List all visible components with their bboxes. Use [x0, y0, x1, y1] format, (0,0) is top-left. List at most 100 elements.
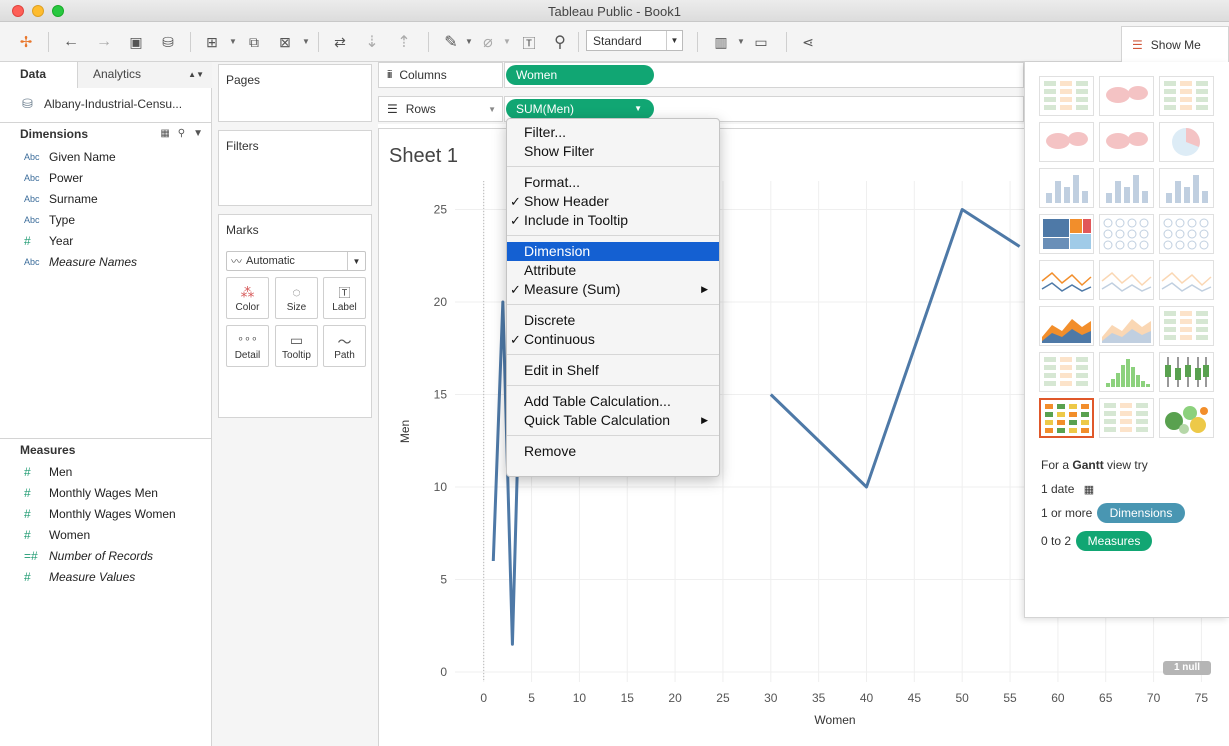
- columns-pill-women[interactable]: Women: [506, 65, 654, 85]
- chart-symbol-map-icon[interactable]: [1039, 122, 1094, 162]
- fit-select[interactable]: Standard ▼: [586, 30, 683, 51]
- chart-side-by-side-circles-icon[interactable]: [1159, 214, 1214, 254]
- measure-field[interactable]: # Measure Values: [24, 568, 135, 586]
- back-icon[interactable]: ←: [60, 31, 82, 53]
- menu-item-discrete[interactable]: Discrete: [507, 311, 719, 330]
- menu-item-label: Discrete: [524, 312, 576, 328]
- new-worksheet-icon[interactable]: ⊞: [201, 31, 223, 53]
- dimension-field-name: Given Name: [49, 150, 116, 164]
- sort-descending-icon[interactable]: ⇡: [393, 31, 415, 53]
- measure-field[interactable]: # Monthly Wages Men: [24, 484, 158, 502]
- chart-packed-bubbles-icon[interactable]: [1159, 398, 1214, 438]
- measure-field[interactable]: =# Number of Records: [24, 547, 153, 565]
- chart-dual-combination-icon[interactable]: [1159, 306, 1214, 346]
- show-cards-dropdown-icon[interactable]: ▼: [737, 37, 745, 46]
- x-tick-label: 35: [812, 691, 826, 705]
- toolbar: ✢ ← → ▣ ⛁ ⊞ ▼ ⧉ ⊠ ▼ ⇄ ⇣ ⇡ ✎ ▼ ⌀ ▼ 🅃 ⚲ St…: [0, 22, 1229, 62]
- group-icon[interactable]: ⌀: [477, 31, 499, 53]
- path-button[interactable]: 〜 Path: [323, 325, 366, 367]
- dimension-field[interactable]: Abc Type: [24, 211, 75, 229]
- show-me-button[interactable]: ☰ Show Me: [1121, 26, 1229, 62]
- tableau-logo-icon[interactable]: ✢: [15, 31, 37, 53]
- mark-type-select[interactable]: 〰 Automatic ▼: [226, 251, 366, 271]
- chart-highlight-table-icon[interactable]: [1159, 76, 1214, 116]
- chart-bullet-graph-icon[interactable]: [1099, 398, 1154, 438]
- menu-item-attribute[interactable]: Attribute: [507, 261, 719, 280]
- chart-circle-views-icon[interactable]: [1099, 214, 1154, 254]
- chart-area-continuous-icon[interactable]: [1039, 306, 1094, 346]
- tab-data[interactable]: Data: [0, 62, 78, 88]
- tooltip-button[interactable]: ▭ Tooltip: [275, 325, 318, 367]
- new-datasource-icon[interactable]: ⛁: [157, 31, 179, 53]
- dimension-field[interactable]: Abc Measure Names: [24, 253, 137, 271]
- chevron-down-icon[interactable]: ▼: [193, 123, 203, 145]
- detail-button[interactable]: ∘∘∘ Detail: [226, 325, 269, 367]
- datasource-item[interactable]: ⛁ Albany-Industrial-Censu...: [22, 96, 182, 112]
- dimension-field[interactable]: Abc Power: [24, 169, 83, 187]
- presentation-icon[interactable]: ▭: [750, 31, 772, 53]
- dimension-field[interactable]: Abc Surname: [24, 190, 98, 208]
- rows-pill-sum-men[interactable]: SUM(Men) ▼: [506, 99, 654, 119]
- menu-item-measure-sum[interactable]: ✓ Measure (Sum) ▶: [507, 280, 719, 299]
- hint-chart-name: Gantt: [1072, 458, 1104, 472]
- menu-item-edit-in-shelf[interactable]: Edit in Shelf: [507, 361, 719, 380]
- chart-scatter-plot-icon[interactable]: [1039, 352, 1094, 392]
- menu-item-show-filter[interactable]: Show Filter: [507, 142, 719, 161]
- save-icon[interactable]: ▣: [125, 31, 147, 53]
- menu-item-include-in-tooltip[interactable]: ✓ Include in Tooltip: [507, 211, 719, 230]
- null-indicator[interactable]: 1 null: [1163, 661, 1211, 675]
- forward-icon[interactable]: →: [93, 31, 115, 53]
- chart-gantt-icon[interactable]: [1039, 398, 1094, 438]
- chart-side-by-side-bars-icon[interactable]: [1159, 168, 1214, 208]
- dimension-field[interactable]: # Year: [24, 232, 73, 250]
- menu-item-format[interactable]: Format...: [507, 173, 719, 192]
- chart-area-discrete-icon[interactable]: [1099, 306, 1154, 346]
- menu-item-quick-table-calculation[interactable]: Quick Table Calculation ▶: [507, 411, 719, 430]
- menu-item-dimension[interactable]: Dimension: [507, 242, 719, 261]
- chart-dual-lines-icon[interactable]: [1159, 260, 1214, 300]
- new-worksheet-dropdown-icon[interactable]: ▼: [229, 37, 237, 46]
- label-button[interactable]: 🅃 Label: [323, 277, 366, 319]
- tab-analytics[interactable]: Analytics ▲▼: [78, 62, 212, 88]
- pages-card[interactable]: Pages: [218, 64, 372, 122]
- view-toggle-icon[interactable]: ▦: [160, 123, 169, 145]
- columns-shelf[interactable]: Women: [504, 62, 1024, 88]
- menu-item-remove[interactable]: Remove: [507, 442, 719, 461]
- color-button[interactable]: ⁂ Color: [226, 277, 269, 319]
- chart-box-and-whisker-icon[interactable]: [1159, 352, 1214, 392]
- menu-item-show-header[interactable]: ✓ Show Header: [507, 192, 719, 211]
- text-icon[interactable]: 🅃: [518, 31, 540, 53]
- measure-field[interactable]: # Monthly Wages Women: [24, 505, 176, 523]
- pin-icon[interactable]: ⚲: [549, 31, 571, 53]
- menu-item-continuous[interactable]: ✓ Continuous: [507, 330, 719, 349]
- chart-heat-map-icon[interactable]: [1099, 76, 1154, 116]
- chart-histogram-icon[interactable]: [1099, 352, 1154, 392]
- duplicate-icon[interactable]: ⧉: [243, 31, 265, 53]
- swap-icon[interactable]: ⇄: [329, 31, 351, 53]
- chart-treemap-icon[interactable]: [1039, 214, 1094, 254]
- search-icon[interactable]: ⚲: [178, 123, 185, 145]
- show-cards-icon[interactable]: ▥: [710, 31, 732, 53]
- size-button[interactable]: ◌ Size: [275, 277, 318, 319]
- clear-dropdown-icon[interactable]: ▼: [302, 37, 310, 46]
- chart-text-table-icon[interactable]: [1039, 76, 1094, 116]
- x-tick-label: 55: [1003, 691, 1017, 705]
- menu-item-filter[interactable]: Filter...: [507, 123, 719, 142]
- chart-pie-chart-icon[interactable]: [1159, 122, 1214, 162]
- chart-stacked-bars-icon[interactable]: [1099, 168, 1154, 208]
- menu-item-add-table-calculation[interactable]: Add Table Calculation...: [507, 392, 719, 411]
- clear-icon[interactable]: ⊠: [274, 31, 296, 53]
- chart-lines-continuous-icon[interactable]: [1039, 260, 1094, 300]
- measure-field[interactable]: # Women: [24, 526, 90, 544]
- chart-filled-map-icon[interactable]: [1099, 122, 1154, 162]
- chart-horizontal-bars-icon[interactable]: [1039, 168, 1094, 208]
- sort-ascending-icon[interactable]: ⇣: [361, 31, 383, 53]
- filters-card[interactable]: Filters: [218, 130, 372, 206]
- share-icon[interactable]: ⋖: [797, 31, 819, 53]
- dimension-field[interactable]: Abc Given Name: [24, 148, 116, 166]
- chart-lines-discrete-icon[interactable]: [1099, 260, 1154, 300]
- group-dropdown-icon[interactable]: ▼: [503, 37, 511, 46]
- highlight-dropdown-icon[interactable]: ▼: [465, 37, 473, 46]
- measure-field[interactable]: # Men: [24, 463, 72, 481]
- highlight-icon[interactable]: ✎: [440, 31, 462, 53]
